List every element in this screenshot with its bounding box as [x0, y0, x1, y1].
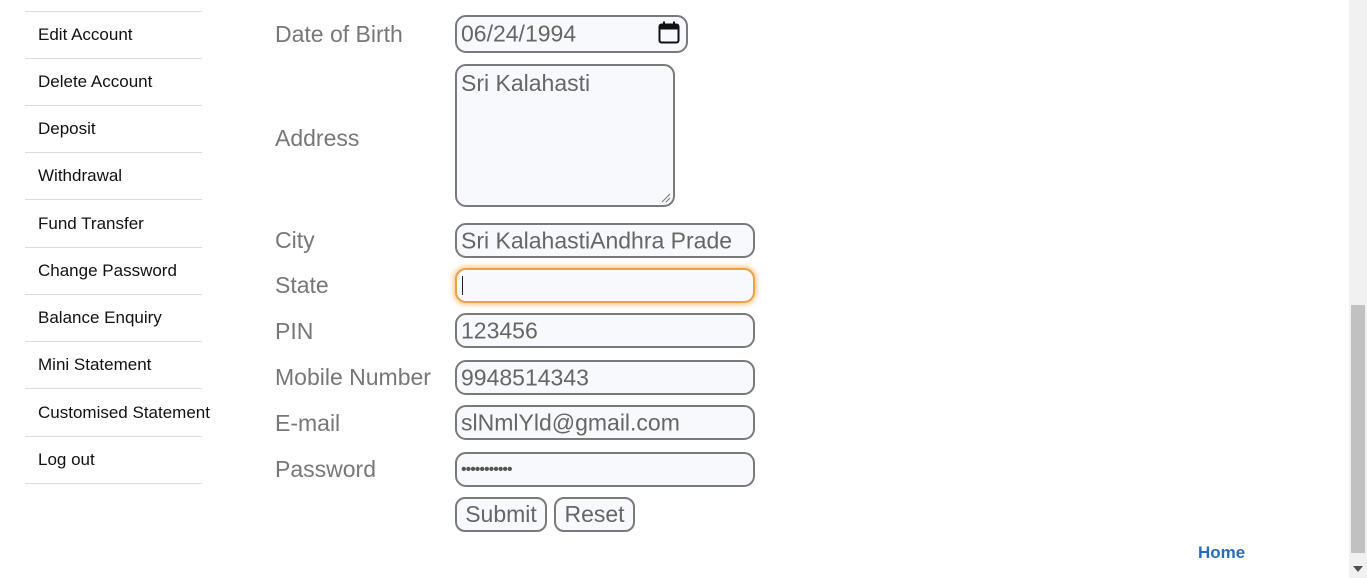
home-link[interactable]: Home: [1198, 543, 1245, 563]
sidebar-item-label: Log out: [38, 450, 95, 469]
sidebar-item-balance-enquiry[interactable]: Balance Enquiry: [25, 295, 202, 342]
address-textarea[interactable]: Sri Kalahasti: [455, 64, 675, 207]
page: Edit Account Delete Account Deposit With…: [0, 0, 1367, 578]
address-value: Sri Kalahasti: [461, 70, 591, 96]
sidebar-item-label: Mini Statement: [38, 355, 152, 374]
sidebar-item-label: Customised Statement: [38, 403, 210, 422]
city-value: Sri KalahastiAndhra Prade: [461, 227, 733, 253]
reset-button[interactable]: Reset: [554, 497, 635, 532]
text-caret: [462, 276, 463, 295]
email-label: E-mail: [275, 410, 341, 436]
pin-label: PIN: [275, 318, 314, 344]
email-value: slNmlYld@gmail.com: [461, 409, 680, 435]
dob-value: 06/24/1994: [461, 20, 577, 47]
sidebar-item-mini-statement[interactable]: Mini Statement: [25, 342, 202, 389]
calendar-icon[interactable]: [658, 21, 680, 45]
sidebar-item-delete-account[interactable]: Delete Account: [25, 59, 202, 106]
sidebar-item-label: Edit Account: [38, 25, 133, 44]
dob-label: Date of Birth: [275, 21, 403, 47]
resize-grip-icon[interactable]: [661, 193, 671, 203]
sidebar-item-label: Change Password: [38, 261, 177, 280]
sidebar-item-change-password[interactable]: Change Password: [25, 248, 202, 295]
sidebar-item-edit-account[interactable]: Edit Account: [25, 12, 202, 59]
dob-field[interactable]: 06/24/1994: [455, 15, 688, 53]
sidebar-item-label: Fund Transfer: [38, 214, 144, 233]
sidebar-item-label: Delete Account: [38, 72, 153, 91]
sidebar-item-label: Deposit: [38, 119, 96, 138]
sidebar-item-label: Balance Enquiry: [38, 308, 162, 327]
mobile-label: Mobile Number: [275, 364, 431, 390]
scroll-down-arrow-icon[interactable]: [1353, 566, 1363, 572]
password-label: Password: [275, 456, 376, 482]
scrollbar-thumb[interactable]: [1351, 305, 1365, 553]
sidebar-item-deposit[interactable]: Deposit: [25, 106, 202, 153]
pin-input[interactable]: 123456: [455, 313, 755, 348]
vertical-scrollbar[interactable]: [1349, 0, 1367, 578]
sidebar-item-customised-statement[interactable]: Customised Statement: [25, 390, 210, 437]
submit-button[interactable]: Submit: [455, 497, 547, 532]
password-value: •••••••••••: [461, 460, 513, 478]
city-label: City: [275, 227, 315, 253]
city-input[interactable]: Sri KalahastiAndhra Prade: [455, 223, 755, 258]
email-input[interactable]: slNmlYld@gmail.com: [455, 405, 755, 440]
state-input[interactable]: [455, 268, 755, 303]
sidebar-item-log-out[interactable]: Log out: [25, 437, 202, 484]
pin-value: 123456: [461, 317, 538, 343]
mobile-value: 9948514343: [461, 364, 589, 390]
state-label: State: [275, 272, 329, 298]
sidebar-item-fund-transfer[interactable]: Fund Transfer: [25, 201, 202, 248]
sidebar-item-label: Withdrawal: [38, 166, 123, 185]
address-label: Address: [275, 125, 360, 151]
mobile-input[interactable]: 9948514343: [455, 360, 755, 395]
sidebar-item-withdrawal[interactable]: Withdrawal: [25, 153, 202, 200]
password-input[interactable]: •••••••••••: [455, 452, 755, 487]
